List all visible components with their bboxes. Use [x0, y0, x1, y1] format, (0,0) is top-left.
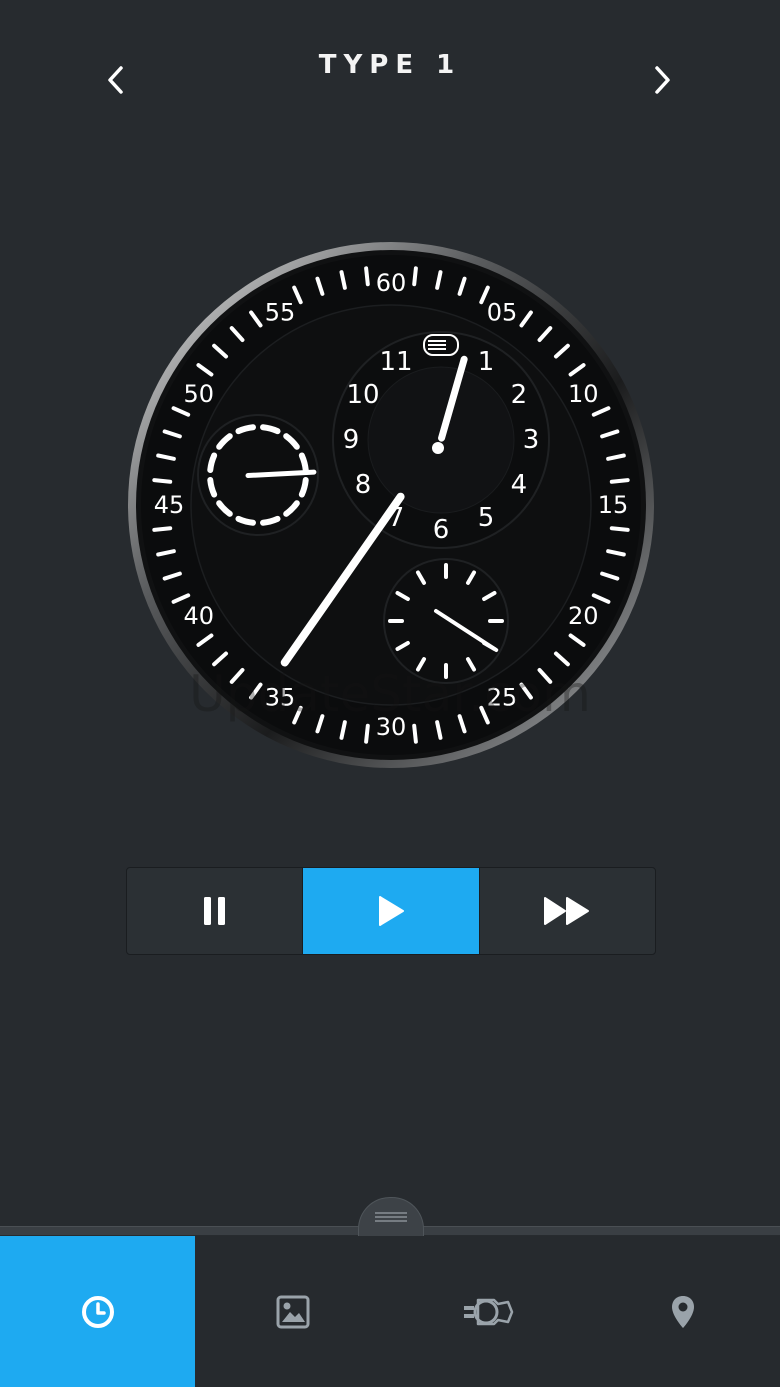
playback-controls: [126, 867, 656, 955]
minute-scale-label: 35: [265, 683, 296, 711]
minute-scale-label: 10: [568, 380, 599, 408]
minute-scale-label: 05: [487, 299, 518, 327]
hour-numeral: 5: [478, 503, 495, 533]
drag-handle-icon: [375, 1212, 407, 1222]
day-night-segment: [298, 452, 309, 473]
pause-button[interactable]: [127, 868, 302, 954]
minute-scale-label: 30: [376, 713, 407, 741]
minute-tick: [364, 266, 370, 287]
fast-forward-icon: [544, 897, 590, 925]
hour-subdial: 1234567891011: [332, 331, 550, 549]
location-pin-icon: [671, 1295, 694, 1328]
chevron-right-icon: [655, 66, 670, 94]
hour-numeral: 1: [478, 347, 495, 377]
clock-icon: [81, 1295, 114, 1328]
minute-scale-label: 25: [487, 683, 518, 711]
play-button[interactable]: [302, 868, 479, 954]
day-night-segment: [207, 477, 218, 498]
minute-scale-label: 60: [376, 269, 407, 297]
fast-forward-button[interactable]: [478, 868, 655, 954]
minute-scale-label: 15: [598, 491, 629, 519]
hour-numeral: 10: [347, 380, 380, 410]
minute-tick: [152, 478, 173, 484]
minute-tick: [364, 723, 370, 744]
day-night-subdial: [197, 414, 319, 536]
watch-icon: [463, 1298, 513, 1325]
header-bar: TYPE 1: [0, 0, 780, 150]
hour-numeral: 3: [523, 425, 540, 455]
hour-numeral: 4: [511, 470, 528, 500]
minute-scale-label: 45: [154, 491, 185, 519]
minute-scale-label: 40: [183, 602, 214, 630]
minute-scale-label: 55: [265, 299, 296, 327]
minute-tick: [152, 526, 173, 532]
seconds-subdial: [383, 558, 509, 684]
day-night-segment: [235, 515, 256, 526]
minute-tick: [609, 478, 630, 484]
bottom-tab-bar: [0, 1236, 780, 1387]
next-button[interactable]: [642, 58, 682, 102]
minute-tick: [412, 723, 418, 744]
tab-location[interactable]: [585, 1236, 780, 1387]
day-night-segment: [260, 424, 281, 435]
minute-tick: [412, 266, 418, 287]
pause-icon: [203, 897, 225, 925]
minute-tick: [609, 526, 630, 532]
hour-numeral: 8: [355, 470, 372, 500]
tab-watch[interactable]: [390, 1236, 585, 1387]
minute-scale-label: 50: [183, 380, 214, 408]
day-night-segment: [260, 515, 281, 526]
day-night-hand: [245, 469, 317, 479]
image-icon: [276, 1295, 309, 1328]
hour-numeral: 11: [379, 347, 412, 377]
hour-numeral: 9: [343, 425, 360, 455]
day-night-segment: [235, 424, 256, 435]
hour-numeral: 2: [511, 380, 528, 410]
drawer-handle[interactable]: [358, 1197, 424, 1236]
hour-numeral: 6: [433, 515, 450, 545]
day-night-segment: [207, 452, 218, 473]
tab-clock[interactable]: [0, 1236, 195, 1387]
play-icon: [378, 896, 404, 926]
watch-face: 600510152025303540455055 1234567891011: [128, 242, 654, 768]
day-night-segment: [298, 477, 309, 498]
tab-gallery[interactable]: [195, 1236, 390, 1387]
minute-scale-label: 20: [568, 602, 599, 630]
